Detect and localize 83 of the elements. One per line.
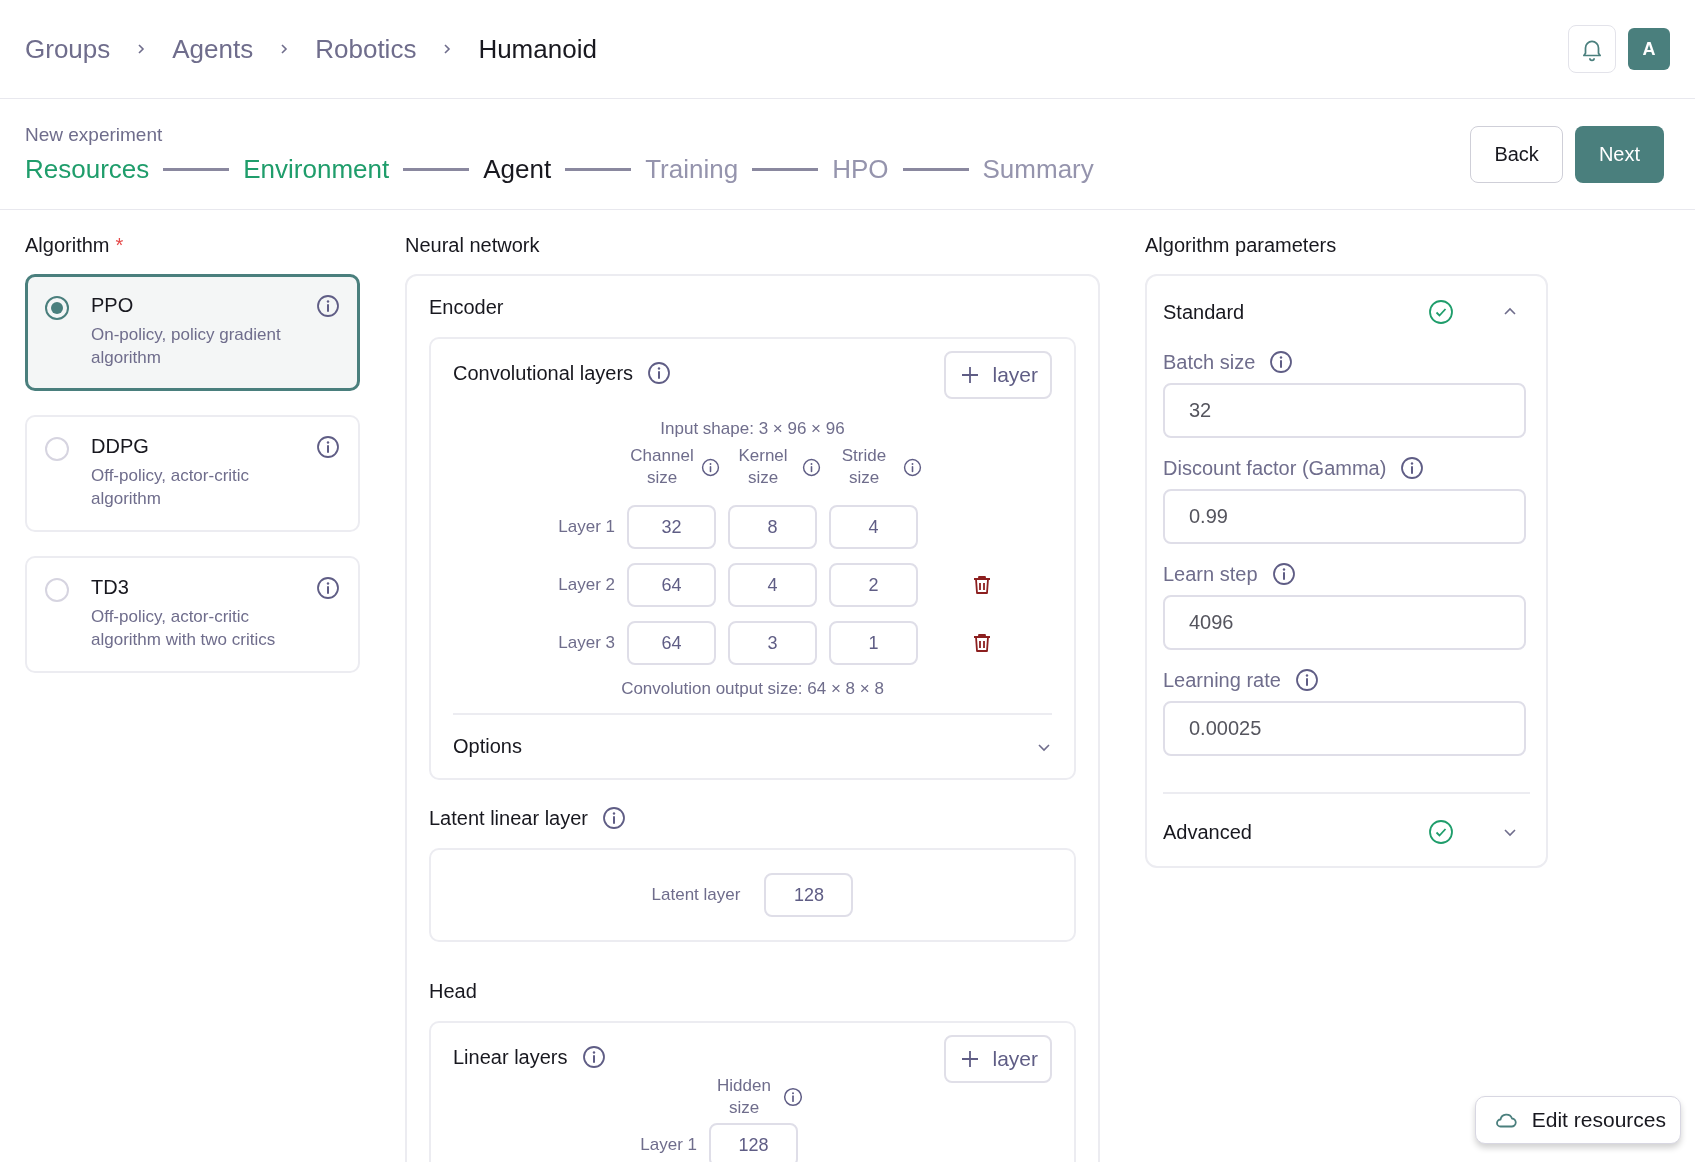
breadcrumb-link[interactable]: Humanoid [478, 33, 597, 65]
info-icon[interactable] [647, 361, 672, 385]
text-input[interactable]: 4096 [1163, 595, 1526, 650]
section-title: Algorithm parameters [1145, 234, 1337, 258]
section-title: Neural network [405, 234, 540, 258]
field-label: Discount factor (Gamma) [1163, 456, 1387, 480]
step-label[interactable]: Environment [243, 153, 390, 185]
algorithm-description: Off-policy, actor-critic algorithm [91, 465, 251, 510]
info-icon[interactable] [316, 294, 340, 318]
subsection-title: Latent linear layer [429, 806, 588, 830]
info-icon[interactable] [783, 1087, 803, 1107]
plus-icon [960, 1049, 981, 1069]
breadcrumb-link[interactable]: Robotics [315, 33, 417, 65]
add-layer-button[interactable]: layer [944, 1035, 1052, 1083]
number-input[interactable]: 3 [728, 621, 817, 665]
info-icon[interactable] [701, 457, 720, 477]
subsection-title: Encoder [429, 296, 505, 319]
column-header: Stride size [840, 445, 888, 489]
required-mark: * [115, 234, 124, 258]
text-input[interactable]: 0.99 [1163, 489, 1526, 544]
section-header[interactable]: Standard [1163, 300, 1428, 324]
number-input[interactable]: 4 [728, 563, 817, 607]
section-title: Algorithm [25, 234, 110, 258]
layer-label: Layer 2 [557, 575, 615, 595]
card-title: Convolutional layers [453, 361, 634, 385]
algorithm-name: PPO [91, 294, 135, 317]
number-input[interactable]: 32 [627, 505, 716, 549]
notifications-button[interactable] [1568, 25, 1616, 73]
step-label[interactable]: Resources [25, 153, 150, 185]
page-subtitle: New experiment [25, 123, 164, 146]
layer-label: Layer 3 [557, 633, 615, 653]
algorithm-option[interactable]: DDPG Off-policy, actor-critic algorithm [25, 415, 360, 532]
info-icon[interactable] [316, 576, 340, 600]
breadcrumb-link[interactable]: Agents [172, 33, 254, 65]
plus-icon [960, 365, 981, 385]
algorithm-option[interactable]: TD3 Off-policy, actor-critic algorithm with two critics [25, 556, 360, 673]
algorithm-name: TD3 [91, 576, 130, 599]
number-input[interactable]: 128 [709, 1123, 798, 1162]
step-label[interactable]: Agent [483, 153, 552, 185]
number-input[interactable]: 128 [764, 873, 854, 917]
info-icon[interactable] [1269, 350, 1294, 374]
user-avatar[interactable]: A [1628, 28, 1670, 70]
algorithm-description: Off-policy, actor-critic algorithm with two critics [91, 606, 277, 651]
algorithm-option[interactable]: PPO On-policy, policy gradient algorithm [25, 274, 360, 391]
layer-label: Layer 1 [557, 517, 615, 537]
field-label: Learn step [1163, 562, 1258, 586]
card-title: Linear layers [453, 1045, 568, 1069]
text-input[interactable]: 32 [1163, 383, 1526, 438]
info-icon[interactable] [1294, 668, 1319, 692]
info-icon[interactable] [316, 435, 340, 459]
layer-label: Layer 1 [639, 1135, 697, 1155]
number-input[interactable]: 8 [728, 505, 817, 549]
info-icon[interactable] [602, 806, 626, 830]
info-icon[interactable] [802, 457, 821, 477]
number-input[interactable]: 4 [829, 505, 918, 549]
input-shape-text: Input shape: 3 × 96 × 96 [659, 419, 846, 439]
field-label: Latent layer [651, 885, 741, 905]
info-icon[interactable] [1400, 456, 1425, 480]
radio-button[interactable] [45, 296, 69, 320]
info-icon[interactable] [1271, 562, 1296, 586]
add-layer-button[interactable]: layer [944, 351, 1052, 399]
field-label: Batch size [1163, 350, 1256, 374]
number-input[interactable]: 2 [829, 563, 918, 607]
number-input[interactable]: 64 [627, 563, 716, 607]
edit-resources-button[interactable]: Edit resources [1474, 1096, 1681, 1144]
column-header: Kernel size [737, 445, 789, 489]
algorithm-description: On-policy, policy gradient algorithm [91, 324, 282, 369]
number-input[interactable]: 64 [627, 621, 716, 665]
field-label: Learning rate [1163, 668, 1281, 692]
number-input[interactable]: 1 [829, 621, 918, 665]
next-button[interactable]: Next [1574, 125, 1664, 183]
breadcrumb-link[interactable]: Groups [25, 33, 111, 65]
column-header: Channel size [629, 445, 695, 489]
subsection-title: Head [429, 980, 478, 1003]
output-size-text: Convolution output size: 64 × 8 × 8 [620, 679, 885, 699]
text-input[interactable]: 0.00025 [1163, 701, 1526, 756]
options-toggle[interactable]: Options [453, 713, 1052, 758]
section-header[interactable]: Advanced [1163, 820, 1428, 844]
back-button[interactable]: Back [1470, 125, 1563, 183]
info-icon[interactable] [903, 457, 922, 477]
info-icon[interactable] [581, 1045, 606, 1069]
column-header: Hidden size [716, 1075, 772, 1119]
algorithm-name: DDPG [91, 435, 150, 458]
